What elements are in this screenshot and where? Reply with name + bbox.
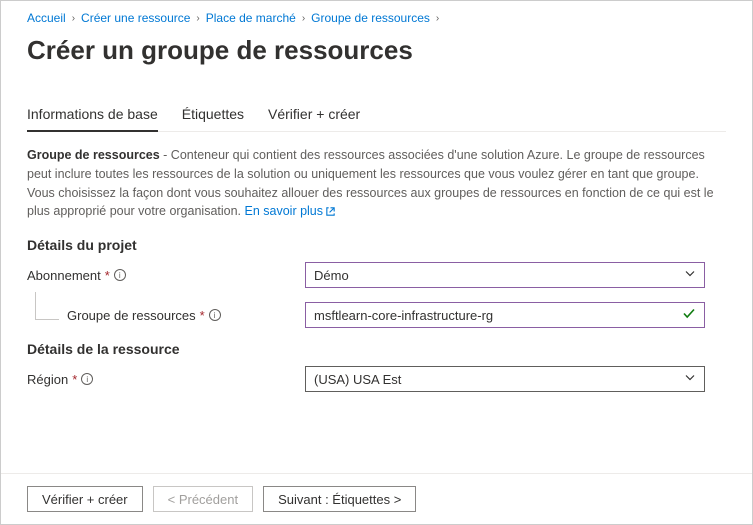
breadcrumb-resource-group[interactable]: Groupe de ressources [311, 11, 430, 25]
breadcrumb-home[interactable]: Accueil [27, 11, 66, 25]
resource-group-label: Groupe de ressources * i [27, 308, 305, 323]
region-label: Région * i [27, 372, 305, 387]
learn-more-link[interactable]: En savoir plus [245, 204, 337, 218]
chevron-right-icon: › [72, 13, 75, 24]
chevron-right-icon: › [436, 13, 439, 24]
page-title: Créer un groupe de ressources [27, 35, 726, 66]
next-button[interactable]: Suivant : Étiquettes > [263, 486, 416, 512]
review-create-button[interactable]: Vérifier + créer [27, 486, 143, 512]
region-row: Région * i (USA) USA Est [27, 365, 726, 393]
connector-line [35, 292, 59, 320]
tab-basic-info[interactable]: Informations de base [27, 98, 158, 132]
resource-group-name-input[interactable]: msftlearn-core-infrastructure-rg [305, 302, 705, 328]
required-asterisk: * [105, 268, 110, 283]
info-icon[interactable]: i [81, 373, 93, 385]
info-icon[interactable]: i [114, 269, 126, 281]
region-select[interactable]: (USA) USA Est [305, 366, 705, 392]
resource-group-row: Groupe de ressources * i msftlearn-core-… [27, 301, 726, 329]
chevron-right-icon: › [302, 13, 305, 24]
required-asterisk: * [72, 372, 77, 387]
valid-check-icon [682, 307, 696, 324]
subscription-row: Abonnement * i Démo [27, 261, 726, 289]
footer-actions: Vérifier + créer < Précédent Suivant : É… [1, 473, 752, 524]
resource-details-heading: Détails de la ressource [27, 341, 726, 357]
tab-tags[interactable]: Étiquettes [182, 98, 244, 132]
subscription-label: Abonnement * i [27, 268, 305, 283]
chevron-down-icon [684, 268, 696, 283]
breadcrumb-marketplace[interactable]: Place de marché [206, 11, 296, 25]
description-text: Groupe de ressources - Conteneur qui con… [27, 146, 726, 223]
tab-review-create[interactable]: Vérifier + créer [268, 98, 360, 132]
chevron-right-icon: › [196, 13, 199, 24]
tabs: Informations de base Étiquettes Vérifier… [27, 98, 726, 132]
project-details-heading: Détails du projet [27, 237, 726, 253]
required-asterisk: * [200, 308, 205, 323]
description-lead: Groupe de ressources [27, 148, 160, 162]
previous-button: < Précédent [153, 486, 253, 512]
breadcrumb-create-resource[interactable]: Créer une ressource [81, 11, 190, 25]
breadcrumb: Accueil › Créer une ressource › Place de… [27, 11, 726, 25]
subscription-select[interactable]: Démo [305, 262, 705, 288]
info-icon[interactable]: i [209, 309, 221, 321]
external-link-icon [325, 204, 336, 223]
chevron-down-icon [684, 372, 696, 387]
